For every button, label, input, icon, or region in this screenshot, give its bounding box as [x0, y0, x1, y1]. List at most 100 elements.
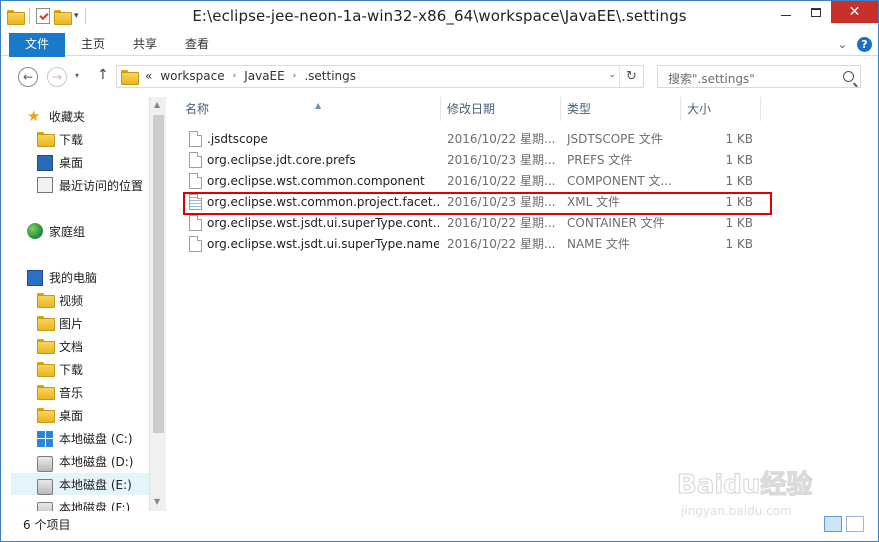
sidebar-item-desktop-pc[interactable]: 桌面 [37, 404, 167, 426]
sidebar-item-drive-c[interactable]: 本地磁盘 (C:) [37, 427, 167, 449]
breadcrumb: « workspace › JavaEE › .settings [121, 69, 356, 85]
scrollbar-thumb[interactable] [153, 115, 164, 433]
tab-home[interactable]: 主页 [73, 33, 113, 56]
sidebar-item-label: 下载 [59, 362, 84, 377]
column-header-label: 名称 [185, 102, 210, 116]
scroll-up-icon[interactable]: ▲ [154, 100, 160, 109]
sidebar-item-pictures[interactable]: 图片 [37, 312, 167, 334]
sidebar-item-label: 下载 [59, 132, 84, 147]
file-type: NAME 文件 [567, 237, 630, 251]
sidebar-item-downloads[interactable]: 下载 [37, 128, 167, 150]
drive-icon [37, 501, 53, 511]
sidebar-item-drive-f[interactable]: 本地磁盘 (F:) [37, 496, 167, 511]
expand-ribbon-icon[interactable]: ⌄ [838, 38, 847, 51]
refresh-button[interactable]: ↻ [619, 66, 643, 87]
sidebar-item-label: 视频 [59, 293, 84, 308]
search-icon[interactable] [843, 71, 854, 82]
table-row[interactable]: org.eclipse.jdt.core.prefs 2016/10/23 星期… [183, 150, 763, 171]
ribbon-right-controls: ⌄ ? [838, 37, 872, 52]
window-controls: ✕ [771, 1, 878, 23]
file-date: 2016/10/22 星期... [447, 132, 556, 146]
table-row[interactable]: org.eclipse.wst.jsdt.ui.superType.cont..… [183, 213, 763, 234]
column-header-label: 修改日期 [447, 102, 496, 116]
sidebar-item-label: 最近访问的位置 [59, 178, 144, 193]
sidebar-item-downloads-pc[interactable]: 下载 [37, 358, 167, 380]
address-bar[interactable]: « workspace › JavaEE › .settings ⌄ ↻ [116, 65, 644, 88]
file-size: 1 KB [725, 153, 753, 167]
sidebar-item-label: 家庭组 [49, 224, 86, 239]
sidebar-item-videos[interactable]: 视频 [37, 289, 167, 311]
folder-icon [37, 338, 55, 354]
file-date: 2016/10/22 星期... [447, 216, 556, 230]
sidebar-item-desktop[interactable]: 桌面 [37, 151, 167, 173]
sidebar-item-label: 收藏夹 [49, 109, 86, 124]
file-name: org.eclipse.wst.jsdt.ui.superType.name [207, 237, 439, 251]
file-size: 1 KB [725, 216, 753, 230]
column-header-label: 类型 [567, 102, 592, 116]
chevron-down-icon[interactable]: ⌄ [608, 70, 616, 80]
file-icon [189, 131, 202, 147]
maximize-icon [811, 7, 821, 17]
sidebar-item-recent[interactable]: 最近访问的位置 [37, 174, 167, 196]
sidebar-item-favorites[interactable]: ★ 收藏夹 [27, 105, 167, 127]
file-size: 1 KB [725, 132, 753, 146]
watermark-text: Baidu经验 [677, 469, 812, 500]
minimize-button[interactable] [771, 1, 801, 23]
file-name: org.eclipse.jdt.core.prefs [207, 153, 356, 167]
breadcrumb-javaee[interactable]: JavaEE [244, 69, 285, 83]
sidebar-item-label: 文档 [59, 339, 84, 354]
sidebar-item-documents[interactable]: 文档 [37, 335, 167, 357]
sidebar-item-this-pc[interactable]: 我的电脑 [27, 266, 167, 288]
sidebar-item-label: 音乐 [59, 385, 84, 400]
file-type: PREFS 文件 [567, 153, 633, 167]
breadcrumb-settings[interactable]: .settings [304, 69, 356, 83]
recent-locations-icon[interactable]: ▾ [75, 71, 79, 80]
search-placeholder: 搜索".settings" [668, 72, 755, 86]
forward-button[interactable]: → [47, 67, 67, 87]
column-header-size[interactable]: 大小 [681, 97, 761, 121]
file-type: JSDTSCOPE 文件 [567, 132, 663, 146]
sort-ascending-icon: ▲ [315, 101, 322, 110]
sidebar-item-drive-d[interactable]: 本地磁盘 (D:) [37, 450, 167, 472]
maximize-button[interactable] [801, 1, 831, 23]
column-header-date[interactable]: 修改日期 [441, 97, 561, 121]
close-icon: ✕ [848, 4, 861, 20]
table-row[interactable]: org.eclipse.wst.jsdt.ui.superType.name 2… [183, 234, 763, 255]
sidebar-item-music[interactable]: 音乐 [37, 381, 167, 403]
table-row[interactable]: org.eclipse.wst.common.component 2016/10… [183, 171, 763, 192]
tab-file[interactable]: 文件 [9, 33, 65, 57]
tab-view[interactable]: 查看 [179, 33, 215, 56]
back-button[interactable]: ← [18, 67, 38, 87]
search-box[interactable]: 搜索".settings" [657, 65, 861, 88]
large-icons-view-icon[interactable] [846, 516, 864, 532]
sidebar-item-label: 本地磁盘 (D:) [59, 454, 134, 469]
drive-icon [37, 455, 53, 472]
highlight-box [183, 192, 772, 215]
chevron-right-icon[interactable]: › [293, 71, 297, 81]
breadcrumb-workspace[interactable]: workspace [160, 69, 224, 83]
table-row[interactable]: .jsdtscope 2016/10/22 星期... JSDTSCOPE 文件… [183, 129, 763, 150]
star-icon: ★ [27, 107, 41, 125]
title-bar: ▾ E:\eclipse-jee-neon-1a-win32-x86_64\wo… [1, 1, 878, 33]
file-icon [189, 152, 202, 168]
breadcrumb-overflow[interactable]: « [145, 69, 152, 83]
sidebar-item-label: 本地磁盘 (C:) [59, 431, 133, 446]
scroll-down-icon[interactable]: ▼ [154, 497, 160, 506]
close-button[interactable]: ✕ [831, 1, 878, 23]
refresh-icon: ↻ [626, 69, 637, 84]
column-header-name[interactable]: ▲ 名称 [179, 97, 441, 121]
sidebar-item-drive-e[interactable]: 本地磁盘 (E:) [11, 473, 149, 495]
help-icon[interactable]: ? [857, 37, 872, 52]
chevron-right-icon[interactable]: › [233, 71, 237, 81]
sidebar-item-label: 桌面 [59, 155, 84, 170]
sidebar-item-homegroup[interactable]: 家庭组 [27, 220, 167, 242]
tab-share[interactable]: 共享 [127, 33, 163, 56]
folder-icon [121, 69, 139, 85]
sidebar-item-label: 本地磁盘 (E:) [59, 477, 132, 492]
column-header-type[interactable]: 类型 [561, 97, 681, 121]
navigation-scrollbar[interactable]: ▲ ▼ [149, 97, 166, 511]
file-icon [189, 215, 202, 231]
up-arrow-icon[interactable]: ↑ [97, 67, 109, 83]
file-date: 2016/10/22 星期... [447, 237, 556, 251]
file-date: 2016/10/22 星期... [447, 174, 556, 188]
